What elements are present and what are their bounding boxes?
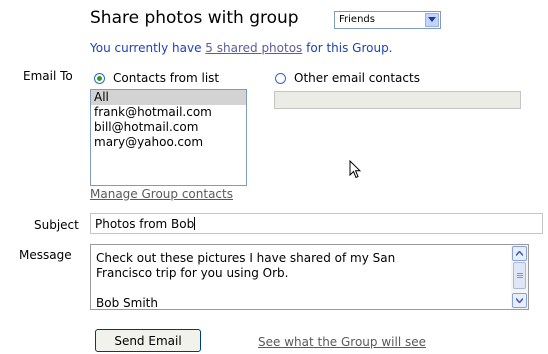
message-line: Francisco trip for you using Orb. [96,266,289,280]
see-what-group-will-see-link[interactable]: See what the Group will see [258,335,426,349]
list-item[interactable]: mary@yahoo.com [91,135,246,150]
email-to-label: Email To [23,69,73,83]
message-text: Check out these pictures I have shared o… [96,251,496,311]
text-caret [194,217,196,230]
contacts-from-list-radio[interactable]: Contacts from list [94,71,219,85]
message-label: Message [19,248,72,262]
contacts-list[interactable]: All frank@hotmail.com bill@hotmail.com m… [90,89,247,186]
subject-value: Photos from Bob [95,217,195,231]
other-email-contacts-radio[interactable]: Other email contacts [275,71,420,85]
group-select[interactable]: Friends [334,11,441,29]
message-textarea[interactable]: Check out these pictures I have shared o… [90,244,529,310]
list-item[interactable]: frank@hotmail.com [91,105,246,120]
message-line: Check out these pictures I have shared o… [96,251,396,265]
message-line [96,281,496,296]
page-title: Share photos with group [90,8,299,28]
send-email-button[interactable]: Send Email [95,329,201,352]
info-suffix: for this Group. [302,41,393,55]
group-select-value: Friends [339,14,375,25]
contacts-from-list-label: Contacts from list [113,71,220,85]
message-line: Bob Smith [96,296,158,310]
subject-input[interactable]: Photos from Bob [90,213,543,234]
other-email-contacts-label: Other email contacts [294,71,420,85]
scroll-down-icon[interactable] [512,293,527,308]
subject-label: Subject [34,218,79,232]
other-email-input[interactable] [274,91,521,109]
scroll-up-icon[interactable] [512,246,527,261]
info-prefix: You currently have [90,41,206,55]
list-item[interactable]: All [91,90,246,105]
mouse-pointer-icon [349,159,362,182]
shared-photos-info: You currently have 5 shared photos for t… [90,41,393,55]
message-scrollbar[interactable] [511,245,528,309]
chevron-down-icon[interactable] [425,13,439,27]
scrollbar-thumb[interactable] [513,262,526,289]
list-item[interactable]: bill@hotmail.com [91,120,246,135]
manage-group-contacts-link[interactable]: Manage Group contacts [90,187,233,201]
shared-photos-link[interactable]: 5 shared photos [205,41,302,55]
radio-selected-icon[interactable] [94,72,105,84]
radio-unselected-icon[interactable] [275,72,286,84]
